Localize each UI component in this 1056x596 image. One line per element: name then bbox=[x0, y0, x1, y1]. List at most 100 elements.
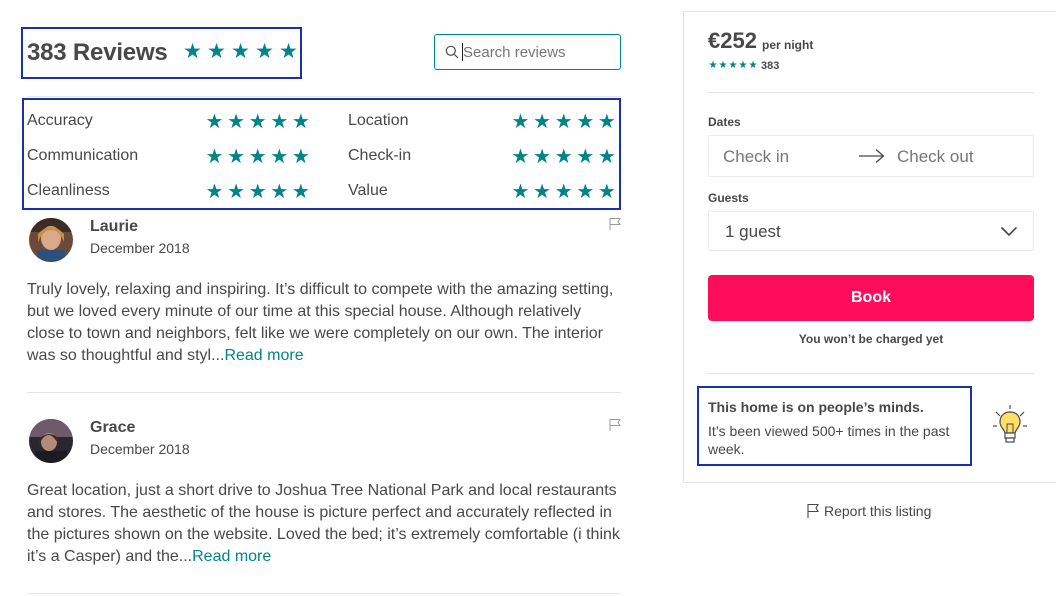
price: €252 bbox=[708, 28, 757, 53]
flag-icon[interactable] bbox=[608, 217, 622, 231]
dates-label: Dates bbox=[708, 115, 741, 129]
book-button[interactable]: Book bbox=[708, 275, 1034, 321]
star-icon: ★ bbox=[255, 40, 274, 63]
category-label-cleanliness: Cleanliness bbox=[27, 182, 110, 199]
check-in-field[interactable]: Check in bbox=[723, 147, 789, 167]
star-icon: ★ bbox=[576, 146, 595, 168]
dates-picker[interactable]: Check in Check out bbox=[708, 135, 1034, 177]
category-stars-accuracy: ★ ★ ★ ★ ★ bbox=[205, 112, 310, 132]
star-icon: ★ bbox=[270, 111, 289, 133]
star-icon: ★ bbox=[291, 146, 310, 168]
divider bbox=[27, 593, 621, 594]
review-text: Truly lovely, relaxing and inspiring. It… bbox=[27, 279, 621, 367]
star-icon: ★ bbox=[227, 146, 246, 168]
review-text: Great location, just a short drive to Jo… bbox=[27, 480, 621, 568]
category-label-accuracy: Accuracy bbox=[27, 112, 93, 129]
star-icon: ★ bbox=[533, 181, 552, 203]
star-icon: ★ bbox=[205, 111, 224, 133]
star-icon: ★ bbox=[708, 60, 718, 71]
flag-icon[interactable] bbox=[608, 418, 622, 432]
flag-icon bbox=[807, 503, 819, 518]
star-icon: ★ bbox=[718, 60, 728, 71]
divider bbox=[27, 96, 621, 97]
star-icon: ★ bbox=[511, 111, 530, 133]
category-label-communication: Communication bbox=[27, 147, 139, 164]
category-label-location: Location bbox=[348, 112, 409, 129]
star-icon: ★ bbox=[231, 40, 250, 63]
star-icon: ★ bbox=[183, 40, 202, 63]
review-item: Grace December 2018 Great location, just… bbox=[27, 417, 621, 587]
divider bbox=[27, 392, 621, 393]
star-icon: ★ bbox=[205, 181, 224, 203]
reviews-section: 383 Reviews ★ ★ ★ ★ ★ Accuracy ★★★★★ Loc… bbox=[0, 0, 640, 596]
overall-rating-stars: ★ ★ ★ ★ ★ bbox=[182, 41, 299, 62]
avatar bbox=[29, 218, 73, 262]
lightbulb-icon bbox=[993, 405, 1027, 443]
category-stars-communication: ★ ★ ★ ★ ★ bbox=[205, 147, 310, 167]
star-icon: ★ bbox=[248, 146, 267, 168]
report-listing-label: Report this listing bbox=[824, 503, 932, 519]
star-icon: ★ bbox=[738, 60, 748, 71]
read-more-link[interactable]: Read more bbox=[192, 548, 271, 565]
review-body: Great location, just a short drive to Jo… bbox=[27, 482, 620, 565]
reviewer-name: Laurie bbox=[90, 218, 139, 235]
review-item: Laurie December 2018 Truly lovely, relax… bbox=[27, 216, 621, 386]
avatar bbox=[29, 419, 73, 463]
charge-note: You won’t be charged yet bbox=[798, 332, 944, 346]
star-icon: ★ bbox=[554, 181, 573, 203]
star-icon: ★ bbox=[207, 40, 226, 63]
star-icon: ★ bbox=[597, 146, 616, 168]
category-label-value: Value bbox=[348, 182, 388, 199]
star-icon: ★ bbox=[291, 181, 310, 203]
guests-select[interactable]: 1 guest bbox=[708, 211, 1034, 251]
star-icon: ★ bbox=[291, 111, 310, 133]
star-icon: ★ bbox=[511, 146, 530, 168]
panel-review-count[interactable]: 383 bbox=[761, 60, 779, 72]
search-icon bbox=[445, 45, 459, 59]
arrow-right-icon bbox=[859, 149, 885, 163]
reviewer-name: Grace bbox=[90, 419, 136, 436]
reviews-title: 383 Reviews bbox=[27, 39, 168, 66]
star-icon: ★ bbox=[533, 111, 552, 133]
per-night-label: per night bbox=[762, 38, 814, 52]
star-icon: ★ bbox=[205, 146, 224, 168]
star-icon: ★ bbox=[748, 60, 758, 71]
guests-value: 1 guest bbox=[725, 222, 781, 241]
category-stars-value: ★ ★ ★ ★ ★ bbox=[511, 182, 616, 202]
star-icon: ★ bbox=[576, 111, 595, 133]
review-date: December 2018 bbox=[90, 441, 190, 457]
category-stars-cleanliness: ★ ★ ★ ★ ★ bbox=[205, 182, 310, 202]
star-icon: ★ bbox=[728, 60, 738, 71]
star-icon: ★ bbox=[248, 111, 267, 133]
star-icon: ★ bbox=[270, 181, 289, 203]
search-reviews-box[interactable] bbox=[434, 34, 621, 70]
review-body: Truly lovely, relaxing and inspiring. It… bbox=[27, 281, 614, 364]
divider bbox=[708, 92, 1034, 93]
guests-label: Guests bbox=[708, 191, 749, 205]
panel-rating-stars: ★ ★ ★ ★ ★ bbox=[708, 61, 758, 71]
notice-body: It’s been viewed 500+ times in the past … bbox=[708, 423, 950, 457]
review-date: December 2018 bbox=[90, 240, 190, 256]
category-stars-location: ★ ★ ★ ★ ★ bbox=[511, 112, 616, 132]
star-icon: ★ bbox=[227, 111, 246, 133]
star-icon: ★ bbox=[279, 40, 298, 63]
star-icon: ★ bbox=[576, 181, 595, 203]
report-listing-link[interactable]: Report this listing bbox=[806, 503, 931, 519]
divider bbox=[708, 373, 1034, 374]
search-input[interactable] bbox=[463, 41, 613, 63]
category-label-check-in: Check-in bbox=[348, 147, 412, 164]
star-icon: ★ bbox=[597, 181, 616, 203]
chevron-down-icon bbox=[1000, 226, 1018, 237]
check-out-field[interactable]: Check out bbox=[897, 147, 974, 167]
star-icon: ★ bbox=[270, 146, 289, 168]
star-icon: ★ bbox=[554, 146, 573, 168]
notice-title: This home is on people’s minds. bbox=[708, 399, 924, 415]
star-icon: ★ bbox=[227, 181, 246, 203]
read-more-link[interactable]: Read more bbox=[224, 347, 303, 364]
category-stars-check-in: ★ ★ ★ ★ ★ bbox=[511, 147, 616, 167]
star-icon: ★ bbox=[597, 111, 616, 133]
star-icon: ★ bbox=[511, 181, 530, 203]
star-icon: ★ bbox=[533, 146, 552, 168]
star-icon: ★ bbox=[554, 111, 573, 133]
star-icon: ★ bbox=[248, 181, 267, 203]
